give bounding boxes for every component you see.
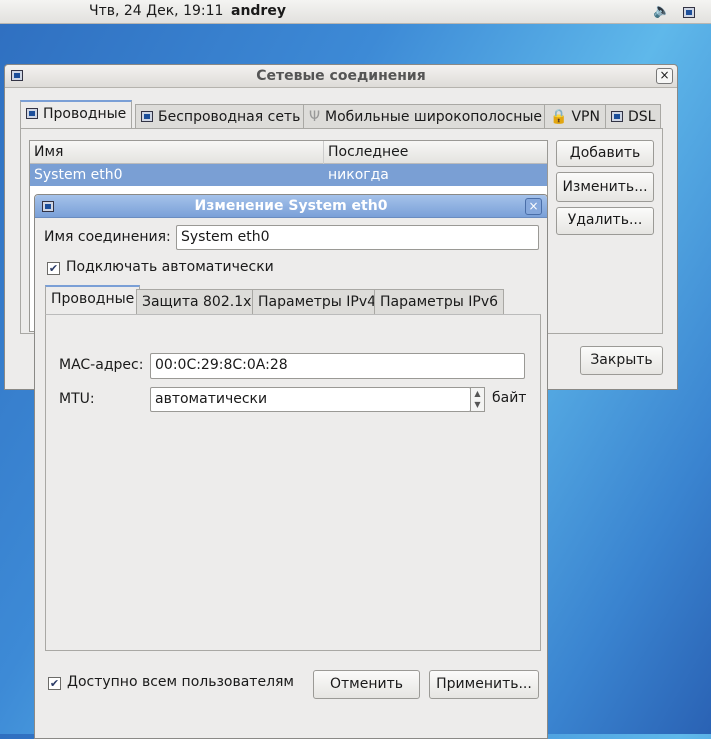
window-title: Сетевые соединения: [5, 65, 677, 88]
mtu-stepper[interactable]: ▲ ▼: [470, 387, 485, 412]
all-users-checkbox[interactable]: ✔: [48, 677, 61, 690]
network-icon: [611, 111, 623, 122]
tab-8021x[interactable]: Защита 802.1x: [136, 289, 258, 315]
tab-mobile[interactable]: Ψ Мобильные широкополосные: [303, 104, 549, 129]
clock[interactable]: Чтв, 24 Дек, 19:11: [89, 3, 223, 19]
network-icon: [11, 69, 28, 84]
close-icon[interactable]: ×: [656, 68, 673, 84]
autoconnect-label[interactable]: Подключать автоматически: [66, 259, 274, 275]
add-button[interactable]: Добавить: [556, 140, 654, 167]
lock-icon: 🔒: [550, 109, 568, 125]
network-icon: [42, 200, 59, 215]
connection-name-input[interactable]: System eth0: [176, 225, 539, 250]
mac-label: MAC-адрес:: [59, 357, 144, 373]
apply-button[interactable]: Применить...: [429, 670, 539, 699]
tab-ipv6[interactable]: Параметры IPv6: [374, 289, 505, 315]
table-row[interactable]: System eth0 никогда: [30, 164, 547, 186]
tab-wireless[interactable]: Беспроводная сеть: [135, 104, 307, 129]
edit-connection-dialog: Изменение System eth0 × Имя соединения: …: [34, 194, 548, 739]
mtu-label: MTU:: [59, 391, 95, 407]
close-button[interactable]: Закрыть: [580, 346, 663, 375]
tab-wired[interactable]: Проводные: [20, 100, 133, 129]
delete-button[interactable]: Удалить...: [556, 207, 654, 235]
column-header-name[interactable]: Имя: [34, 141, 63, 163]
close-icon[interactable]: ×: [525, 198, 542, 215]
mtu-input[interactable]: автоматически: [150, 387, 471, 412]
autoconnect-checkbox[interactable]: ✔: [47, 262, 60, 275]
mac-address-input[interactable]: 00:0C:29:8C:0A:28: [150, 353, 525, 379]
antenna-icon: Ψ: [309, 109, 321, 125]
user-name[interactable]: andrey: [231, 3, 286, 19]
tab-vpn[interactable]: 🔒 VPN: [544, 104, 606, 129]
dialog-title: Изменение System eth0: [35, 195, 547, 218]
tab-dsl[interactable]: DSL: [605, 104, 662, 129]
network-icon: [141, 111, 153, 122]
top-panel: Чтв, 24 Дек, 19:11 andrey 🔈: [0, 0, 711, 24]
mtu-unit: байт: [492, 390, 527, 406]
volume-icon[interactable]: 🔈: [653, 3, 670, 19]
connection-name-label: Имя соединения:: [44, 229, 171, 245]
tab-ipv4[interactable]: Параметры IPv4: [252, 289, 383, 315]
network-icon[interactable]: [683, 5, 700, 21]
cancel-button[interactable]: Отменить: [313, 670, 420, 699]
tab-wired[interactable]: Проводные: [45, 285, 141, 315]
network-icon: [26, 108, 38, 119]
all-users-label[interactable]: Доступно всем пользователям: [67, 674, 294, 690]
edit-button[interactable]: Изменить...: [556, 172, 654, 202]
